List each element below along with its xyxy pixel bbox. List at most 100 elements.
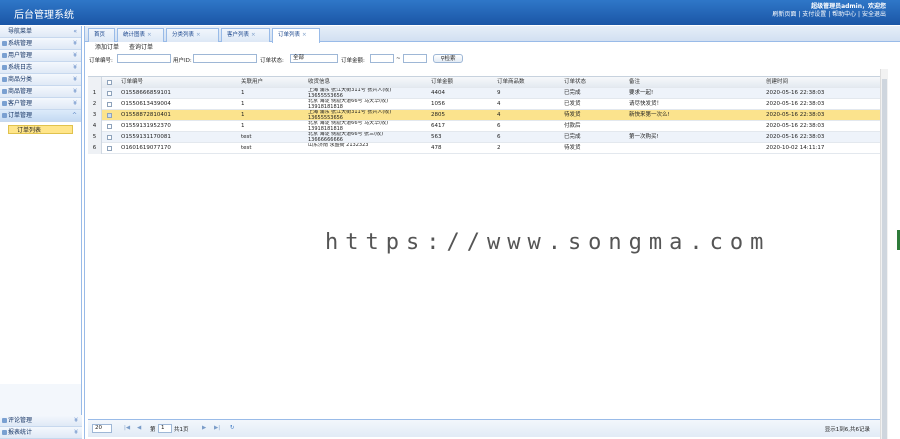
col-note[interactable]: 备注 bbox=[629, 77, 640, 88]
order-id-label: 订单编号: bbox=[89, 58, 113, 64]
grid-body: 1 O1558666859101 1 4404 9 已完成 要求一起! 2020-05-16 … bbox=[88, 88, 880, 154]
sidebar-item-label: 商品管理 bbox=[8, 88, 33, 95]
chevron-down-icon: ¥ bbox=[73, 76, 77, 83]
order-amount: 563 bbox=[431, 134, 442, 140]
row-checkbox[interactable] bbox=[107, 91, 112, 96]
col-count[interactable]: 订单商品数 bbox=[497, 77, 525, 88]
tab-customers[interactable]: 客户列表 × bbox=[221, 28, 270, 42]
row-checkbox[interactable] bbox=[107, 135, 112, 140]
first-page-icon[interactable]: |◀ bbox=[124, 425, 130, 431]
vertical-scrollbar[interactable] bbox=[880, 69, 888, 439]
page-input[interactable]: 1 bbox=[158, 424, 172, 433]
col-time[interactable]: 创建时间 bbox=[766, 77, 788, 88]
sidebar-item-orders[interactable]: 订单管理 ^ bbox=[0, 110, 81, 122]
page-size-value: 20 bbox=[95, 425, 102, 431]
order-note: 第一次购买! bbox=[629, 134, 659, 140]
order-user: test bbox=[241, 134, 252, 140]
order-amount: 1056 bbox=[431, 101, 445, 107]
row-checkbox[interactable] bbox=[107, 102, 112, 107]
page-label-a: 第 bbox=[150, 427, 156, 433]
sidebar-item-goods[interactable]: 商品管理 ¥ bbox=[0, 86, 81, 98]
sidebar-item-label: 系统管理 bbox=[8, 40, 33, 47]
page-size-select[interactable]: 20 bbox=[92, 424, 112, 433]
link-logout[interactable]: 安全退出 bbox=[862, 11, 886, 18]
link-refresh[interactable]: 刷新页面 bbox=[772, 11, 796, 18]
chevron-down-icon: ¥ bbox=[74, 417, 78, 424]
order-user: 1 bbox=[241, 101, 245, 107]
sidebar-item-label: 报表统计 bbox=[8, 429, 33, 436]
sidebar-item-system[interactable]: 系统管理 ¥ bbox=[0, 38, 81, 50]
sidebar-item-label: 用户管理 bbox=[8, 52, 33, 59]
order-id-input[interactable] bbox=[117, 54, 171, 63]
close-icon[interactable]: × bbox=[302, 32, 307, 38]
order-time: 2020-05-16 22:38:03 bbox=[766, 101, 825, 107]
range-sep: ~ bbox=[396, 56, 401, 62]
tab-home[interactable]: 首页 bbox=[88, 28, 115, 42]
prev-page-icon[interactable]: ◀ bbox=[137, 425, 141, 431]
table-row[interactable]: 2 O1550613439004 1 1056 4 已发货 请尽快发货！ 2020-05-16… bbox=[88, 99, 880, 110]
col-status[interactable]: 订单状态 bbox=[564, 77, 586, 88]
sidebar-item-comments[interactable]: 评论管理 ¥ bbox=[0, 415, 82, 427]
next-page-icon[interactable]: ▶ bbox=[202, 425, 206, 431]
query-order-button[interactable]: 查询订单 bbox=[129, 44, 153, 51]
rownum-header bbox=[88, 77, 102, 88]
tab-orders[interactable]: 订单列表 × bbox=[272, 28, 320, 43]
sidebar-item-users[interactable]: 用户管理 ¥ bbox=[0, 50, 81, 62]
col-amount[interactable]: 订单金额 bbox=[431, 77, 453, 88]
folder-icon bbox=[2, 89, 7, 94]
col-user[interactable]: 关联用户 bbox=[241, 77, 263, 88]
col-addr[interactable]: 收货信息 bbox=[308, 77, 330, 88]
chevron-down-icon: ¥ bbox=[74, 429, 78, 436]
tab-charts[interactable]: 统计图表 × bbox=[117, 28, 164, 42]
sidebar-subitem-order-list[interactable]: 订单列表 bbox=[8, 125, 73, 134]
col-id[interactable]: 订单编号 bbox=[121, 77, 143, 88]
amount-label: 订单金额: bbox=[341, 58, 365, 64]
search-button-label: 检索 bbox=[444, 56, 456, 62]
row-checkbox[interactable] bbox=[107, 146, 112, 151]
row-number: 2 bbox=[88, 99, 102, 110]
last-page-icon[interactable]: ▶| bbox=[214, 425, 220, 431]
tab-bar: 首页 统计图表 × 分类列表 × 客户列表 × 订单列表 × bbox=[85, 26, 900, 43]
row-checkbox[interactable] bbox=[107, 113, 112, 118]
sidebar-item-customers[interactable]: 客户管理 ¥ bbox=[0, 98, 81, 110]
page-value: 1 bbox=[161, 425, 165, 431]
status-select[interactable]: 全部 bbox=[290, 54, 338, 63]
grid-header: 订单编号 关联用户 收货信息 订单金额 订单商品数 订单状态 备注 创建时间 bbox=[88, 77, 880, 88]
close-icon[interactable]: × bbox=[196, 32, 201, 38]
close-icon[interactable]: × bbox=[251, 32, 256, 38]
row-number: 6 bbox=[88, 143, 102, 154]
add-order-button[interactable]: 添加订单 bbox=[95, 44, 119, 51]
table-row[interactable]: 6 O1601619077170 test 478 2 待发货 2020-10-02 14:… bbox=[88, 143, 880, 154]
order-count: 2 bbox=[497, 145, 501, 151]
sidebar-item-category[interactable]: 商品分类 ¥ bbox=[0, 74, 81, 86]
tab-label: 订单列表 bbox=[278, 32, 301, 38]
tab-categories[interactable]: 分类列表 × bbox=[166, 28, 219, 42]
amount-max-input[interactable] bbox=[403, 54, 427, 63]
page-label-b: 共1页 bbox=[174, 427, 189, 433]
table-row[interactable]: 4 O1559131952370 1 6417 6 付款后 2020-05-16 22:38… bbox=[88, 121, 880, 132]
orders-grid: 订单编号 关联用户 收货信息 订单金额 订单商品数 订单状态 备注 创建时间 1… bbox=[88, 76, 880, 154]
app-title: 后台管理系统 bbox=[14, 10, 74, 21]
select-all-checkbox[interactable] bbox=[107, 80, 112, 85]
user-id-input[interactable] bbox=[193, 54, 257, 63]
order-user: 1 bbox=[241, 90, 245, 96]
sidebar: 导航菜单 « 系统管理 ¥ 用户管理 ¥ 系统日志 ¥ 商品分类 ¥ 商品管理 ¥ 客户管理… bbox=[0, 26, 82, 439]
close-icon[interactable]: × bbox=[147, 32, 152, 38]
table-row[interactable]: 5 O1559131170081 test 563 6 已完成 第一次购买! 2020-05-… bbox=[88, 132, 880, 143]
sidebar-item-reports[interactable]: 报表统计 ¥ bbox=[0, 427, 82, 439]
sidebar-item-logs[interactable]: 系统日志 ¥ bbox=[0, 62, 81, 74]
link-help[interactable]: 帮助中心 bbox=[832, 11, 856, 18]
scroll-thumb[interactable] bbox=[882, 79, 887, 439]
amount-min-input[interactable] bbox=[370, 54, 394, 63]
order-id: O1601619077170 bbox=[121, 145, 171, 151]
search-button[interactable]: ⚲检索 bbox=[433, 54, 463, 63]
folder-icon bbox=[2, 430, 7, 435]
table-row[interactable]: 3 O1558872810401 1 2805 4 待发货 新快来第一次么! 2020-05-… bbox=[88, 110, 880, 121]
order-user: 1 bbox=[241, 123, 245, 129]
collapse-icon[interactable]: « bbox=[73, 26, 77, 38]
link-pay[interactable]: 支付设置 bbox=[802, 11, 826, 18]
row-checkbox[interactable] bbox=[107, 124, 112, 129]
refresh-icon[interactable]: ↻ bbox=[230, 425, 235, 431]
order-count: 9 bbox=[497, 90, 501, 96]
table-row[interactable]: 1 O1558666859101 1 4404 9 已完成 要求一起! 2020-05-16 … bbox=[88, 88, 880, 99]
